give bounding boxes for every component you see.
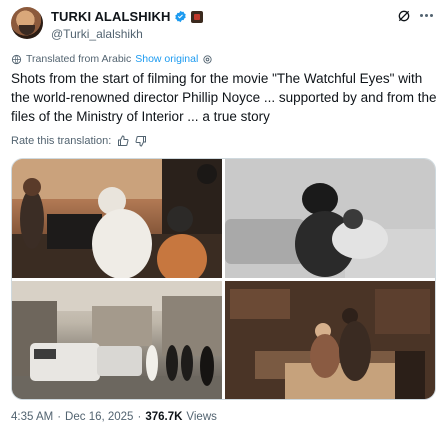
media-image-4[interactable]: [225, 281, 435, 399]
thumbs-down-icon[interactable]: [135, 135, 147, 147]
media-image-2[interactable]: [225, 159, 435, 278]
avatar-beard: [19, 25, 35, 35]
image-1-drawing: [12, 159, 222, 278]
media-grid: [11, 158, 436, 400]
show-original-link[interactable]: Show original: [135, 53, 198, 65]
display-name[interactable]: TURKI ALALSHIKH: [51, 9, 170, 24]
views-label: Views: [186, 411, 217, 423]
tweet-card: TURKI ALALSHIKH @Turki_alalshikh Transla…: [0, 0, 445, 435]
verified-badge-icon: [175, 10, 187, 23]
image-3-drawing: [12, 281, 222, 399]
more-icon[interactable]: [420, 14, 433, 17]
media-image-1[interactable]: [12, 159, 222, 278]
avatar[interactable]: [11, 7, 43, 39]
image-4-drawing: [225, 281, 435, 399]
user-handle[interactable]: @Turki_alalshikh: [51, 27, 143, 41]
footer-separator: ·: [137, 411, 142, 423]
affiliate-badge-icon[interactable]: [191, 10, 204, 23]
thumbs-up-icon[interactable]: [117, 135, 129, 147]
grok-icon[interactable]: [396, 8, 412, 24]
tweet-text: Shots from the start of filming for the …: [11, 71, 437, 124]
translation-row: Translated from Arabic Show original: [11, 53, 213, 65]
media-image-3[interactable]: [12, 281, 222, 399]
views-count: 376.7K: [145, 411, 183, 423]
footer-separator: ·: [57, 411, 62, 423]
translated-label: Translated from Arabic: [26, 53, 132, 65]
name-row: TURKI ALALSHIKH: [51, 9, 204, 24]
image-2-drawing: [225, 159, 435, 278]
settings-icon[interactable]: [202, 54, 213, 65]
tweet-footer: 4:35 AM · Dec 16, 2025 · 376.7K Views: [11, 411, 217, 423]
tweet-date[interactable]: Dec 16, 2025: [65, 411, 133, 423]
rate-translation-row: Rate this translation:: [11, 135, 147, 147]
globe-icon: [11, 54, 22, 64]
tweet-time[interactable]: 4:35 AM: [11, 411, 53, 423]
rate-label: Rate this translation:: [11, 135, 112, 147]
